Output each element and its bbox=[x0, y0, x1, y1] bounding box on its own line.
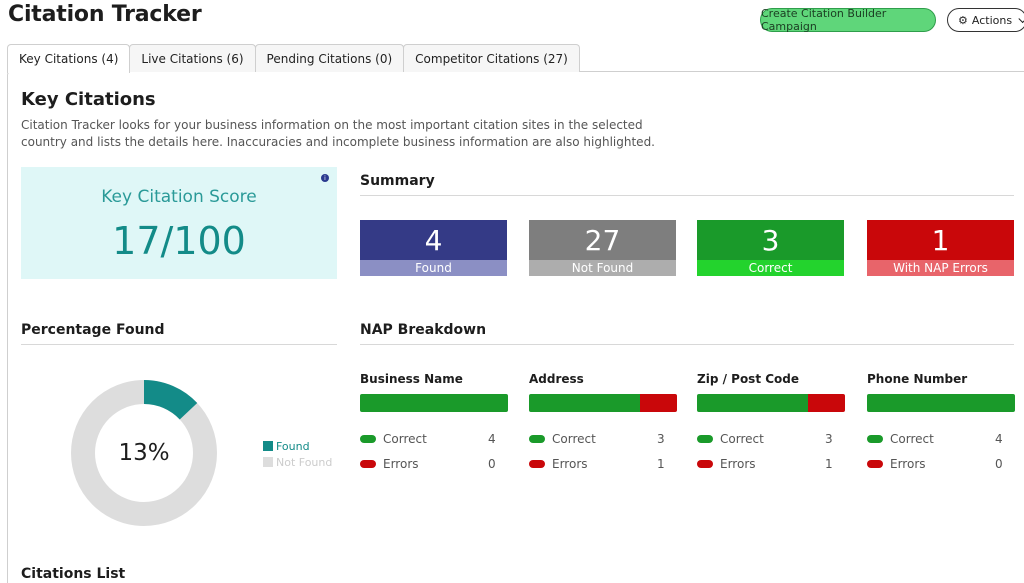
page-title: Citation Tracker bbox=[8, 2, 202, 27]
percentage-divider bbox=[21, 344, 337, 345]
error-pill-icon bbox=[360, 459, 376, 468]
summary-card-found: 4 Found bbox=[360, 220, 507, 276]
bar-error-segment bbox=[640, 394, 677, 412]
nap-column-title: Address bbox=[529, 372, 584, 386]
correct-pill-icon bbox=[360, 434, 376, 443]
bar-correct-segment bbox=[360, 394, 508, 412]
correct-count: 3 bbox=[697, 220, 844, 260]
nap-errors-label: With NAP Errors bbox=[867, 260, 1014, 276]
error-pill-icon bbox=[529, 459, 545, 468]
tab-pending-citations[interactable]: Pending Citations (0) bbox=[254, 44, 405, 72]
actions-label: Actions bbox=[971, 13, 1013, 27]
correct-count: 4 bbox=[995, 431, 1003, 446]
legend-swatch-not-found bbox=[263, 457, 273, 467]
actions-button[interactable]: ⚙ Actions bbox=[947, 8, 1024, 32]
bar-correct-segment bbox=[697, 394, 808, 412]
nap-errors-count: 1 bbox=[867, 220, 1014, 260]
nap-errors-row: Errors 0 bbox=[867, 451, 1015, 476]
error-pill-icon bbox=[867, 459, 883, 468]
info-icon[interactable]: i bbox=[321, 174, 329, 182]
bar-correct-segment bbox=[529, 394, 640, 412]
errors-label: Errors bbox=[890, 456, 926, 471]
legend-swatch-found bbox=[263, 441, 273, 451]
summary-divider bbox=[360, 195, 1014, 196]
correct-label: Correct bbox=[720, 431, 764, 446]
nap-column-zip-post-code: Zip / Post Code Correct 3 Errors 1 bbox=[697, 372, 845, 476]
errors-count: 0 bbox=[995, 456, 1003, 471]
summary-card-correct: 3 Correct bbox=[697, 220, 844, 276]
nap-accuracy-bar bbox=[867, 394, 1015, 412]
correct-label: Correct bbox=[697, 260, 844, 276]
legend-item-not-found[interactable]: Not Found bbox=[263, 454, 332, 470]
errors-label: Errors bbox=[383, 456, 419, 471]
not-found-count: 27 bbox=[529, 220, 676, 260]
nap-breakdown-title: NAP Breakdown bbox=[360, 322, 487, 338]
correct-count: 4 bbox=[488, 431, 496, 446]
nap-accuracy-bar bbox=[360, 394, 508, 412]
found-count: 4 bbox=[360, 220, 507, 260]
nap-accuracy-bar bbox=[697, 394, 845, 412]
correct-pill-icon bbox=[529, 434, 545, 443]
tab-competitor-citations[interactable]: Competitor Citations (27) bbox=[403, 44, 580, 72]
key-citation-score-card: i Key Citation Score 17/100 bbox=[21, 167, 337, 279]
errors-count: 1 bbox=[657, 456, 665, 471]
legend-label-found: Found bbox=[276, 439, 310, 453]
summary-card-not-found: 27 Not Found bbox=[529, 220, 676, 276]
citations-list-title: Citations List bbox=[21, 566, 126, 582]
nap-column-business-name: Business Name Correct 4 Errors 0 bbox=[360, 372, 508, 476]
legend-label-not-found: Not Found bbox=[276, 455, 333, 469]
correct-label: Correct bbox=[383, 431, 427, 446]
section-description: Citation Tracker looks for your business… bbox=[21, 118, 655, 149]
legend-item-found[interactable]: Found bbox=[263, 438, 332, 454]
donut-center-value: 13% bbox=[118, 440, 170, 466]
correct-label: Correct bbox=[890, 431, 934, 446]
top-bar: Citation Tracker Create Citation Builder… bbox=[0, 0, 1024, 40]
not-found-label: Not Found bbox=[529, 260, 676, 276]
correct-count: 3 bbox=[825, 431, 833, 446]
nap-divider bbox=[360, 344, 1014, 345]
gear-icon: ⚙ bbox=[958, 13, 968, 27]
correct-count: 3 bbox=[657, 431, 665, 446]
summary-title: Summary bbox=[360, 173, 435, 189]
donut-legend: Found Not Found bbox=[263, 438, 332, 470]
tab-key-citations[interactable]: Key Citations (4) bbox=[7, 44, 131, 73]
nap-correct-row: Correct 4 bbox=[360, 426, 508, 451]
nap-correct-row: Correct 4 bbox=[867, 426, 1015, 451]
nap-column-title: Phone Number bbox=[867, 372, 968, 386]
correct-pill-icon bbox=[697, 434, 713, 443]
found-label: Found bbox=[360, 260, 507, 276]
score-label: Key Citation Score bbox=[101, 187, 257, 207]
percentage-found-title: Percentage Found bbox=[21, 322, 165, 338]
errors-label: Errors bbox=[552, 456, 588, 471]
summary-card-nap-errors: 1 With NAP Errors bbox=[867, 220, 1014, 276]
nap-column-phone-number: Phone Number Correct 4 Errors 0 bbox=[867, 372, 1015, 476]
tab-bar: Key Citations (4) Live Citations (6) Pen… bbox=[7, 44, 580, 73]
errors-label: Errors bbox=[720, 456, 756, 471]
nap-correct-row: Correct 3 bbox=[697, 426, 845, 451]
errors-count: 1 bbox=[825, 456, 833, 471]
percentage-donut-chart: 13% bbox=[70, 379, 218, 527]
nap-column-title: Business Name bbox=[360, 372, 463, 386]
nap-column-title: Zip / Post Code bbox=[697, 372, 800, 386]
nap-accuracy-bar bbox=[529, 394, 677, 412]
section-title: Key Citations bbox=[21, 89, 156, 110]
chevron-down-icon bbox=[1018, 13, 1024, 23]
bar-error-segment bbox=[808, 394, 845, 412]
nap-errors-row: Errors 1 bbox=[529, 451, 677, 476]
nap-errors-row: Errors 0 bbox=[360, 451, 508, 476]
nap-errors-row: Errors 1 bbox=[697, 451, 845, 476]
errors-count: 0 bbox=[488, 456, 496, 471]
correct-label: Correct bbox=[552, 431, 596, 446]
error-pill-icon bbox=[697, 459, 713, 468]
correct-pill-icon bbox=[867, 434, 883, 443]
bar-correct-segment bbox=[867, 394, 1015, 412]
create-campaign-button[interactable]: Create Citation Builder Campaign bbox=[760, 7, 936, 33]
nap-column-address: Address Correct 3 Errors 1 bbox=[529, 372, 677, 476]
nap-correct-row: Correct 3 bbox=[529, 426, 677, 451]
tab-live-citations[interactable]: Live Citations (6) bbox=[129, 44, 256, 72]
score-value: 17/100 bbox=[112, 219, 246, 263]
